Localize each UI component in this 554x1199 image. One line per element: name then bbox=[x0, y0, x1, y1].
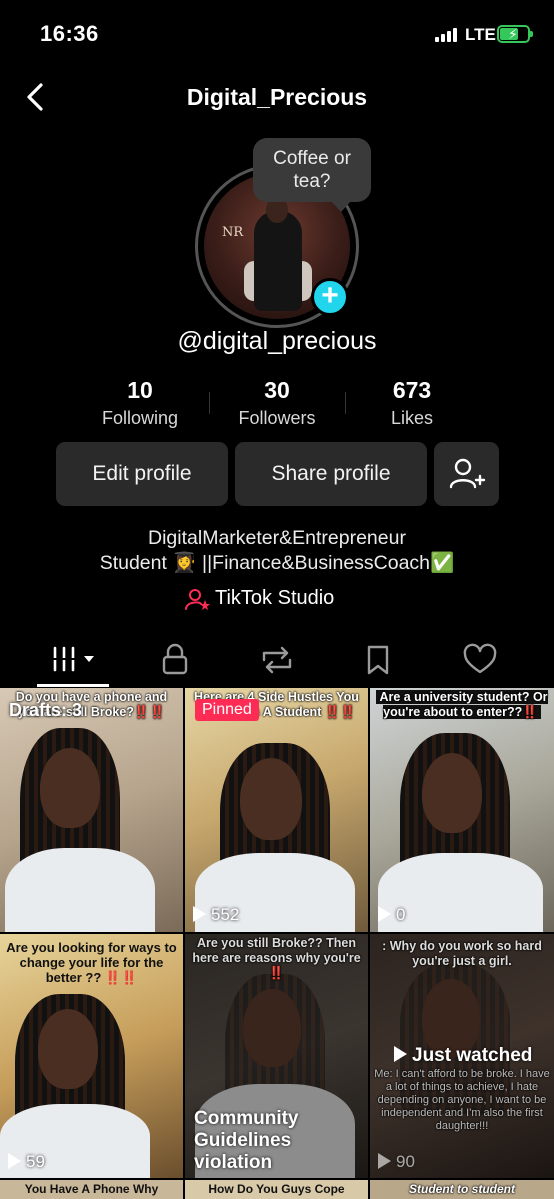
violation-label: Community Guidelines violation bbox=[194, 1108, 299, 1173]
page-title: Digital_Precious bbox=[186, 84, 368, 110]
tiktok-studio-link[interactable]: TikTok Studio bbox=[215, 587, 334, 610]
just-watched-label: Just watched bbox=[394, 1045, 532, 1067]
video-thumbnail[interactable]: : Why do you work so hard you're just a … bbox=[370, 934, 554, 1178]
stat-followers-label: Followers bbox=[238, 408, 316, 428]
drafts-label: Drafts: 3 bbox=[9, 700, 83, 720]
status-time: 16:36 bbox=[40, 21, 99, 46]
video-subcaption: Me: I can't afford to be broke. I have a… bbox=[374, 1068, 550, 1132]
play-icon bbox=[394, 1046, 407, 1062]
video-caption: You Have A Phone Why bbox=[24, 1182, 159, 1196]
bio-line: DigitalMarketer&Entrepreneur bbox=[148, 527, 406, 549]
video-thumbnail[interactable]: You Have A Phone Why bbox=[0, 1180, 183, 1199]
stat-followers[interactable]: 30 Followers bbox=[207, 377, 347, 429]
stat-likes-count: 673 bbox=[392, 377, 432, 403]
pinned-badge: Pinned bbox=[195, 699, 259, 721]
stat-following[interactable]: 10 Following bbox=[70, 377, 210, 429]
play-icon bbox=[8, 1153, 21, 1169]
bookmark-icon bbox=[367, 645, 389, 675]
studio-icon bbox=[185, 588, 211, 612]
video-caption: How Do You Guys Cope bbox=[208, 1182, 345, 1196]
active-tab-indicator bbox=[37, 684, 109, 687]
video-thumbnail[interactable]: Are a university student? Or you're abou… bbox=[370, 688, 554, 932]
add-story-plus-icon[interactable]: + bbox=[311, 278, 349, 316]
view-count: 90 bbox=[378, 1152, 415, 1172]
video-thumbnail[interactable]: How Do You Guys Cope bbox=[185, 1180, 368, 1199]
view-count: 0 bbox=[378, 905, 405, 925]
profile-username: @digital_precious bbox=[177, 327, 377, 355]
video-thumbnail[interactable]: Do you have a phone and you are still Br… bbox=[0, 688, 183, 932]
grid-icon bbox=[50, 646, 94, 672]
add-friend-button[interactable] bbox=[434, 442, 499, 506]
video-caption: : Why do you work so hard you're just a … bbox=[382, 939, 542, 968]
stat-likes[interactable]: 673 Likes bbox=[342, 377, 482, 429]
share-profile-button[interactable]: Share profile bbox=[235, 442, 427, 506]
bio-line: Student 👩‍🎓 ||Finance&BusinessCoach✅ bbox=[99, 552, 455, 574]
video-caption: Are you still Broke?? Then here are reas… bbox=[192, 936, 361, 980]
videos-tab[interactable] bbox=[45, 640, 105, 680]
video-thumbnail[interactable]: Here are 4 Side Hustles You Can Do As A … bbox=[185, 688, 368, 932]
stat-likes-label: Likes bbox=[390, 408, 434, 428]
video-thumbnail[interactable]: Are you still Broke?? Then here are reas… bbox=[185, 934, 368, 1178]
stat-followers-count: 30 bbox=[264, 377, 290, 403]
avatar-logo: NR bbox=[222, 225, 244, 240]
video-caption: Student to student bbox=[409, 1182, 515, 1196]
video-thumbnail[interactable]: Student to student bbox=[370, 1180, 554, 1199]
play-icon bbox=[193, 906, 206, 922]
favorites-tab[interactable] bbox=[348, 640, 408, 680]
video-caption: Are a university student? Or you're abou… bbox=[374, 690, 550, 720]
private-tab[interactable] bbox=[145, 640, 205, 680]
heart-icon bbox=[463, 643, 497, 674]
repost-icon bbox=[262, 646, 292, 674]
video-thumbnail[interactable]: Are you looking for ways to change your … bbox=[0, 934, 183, 1178]
view-count: 552 bbox=[193, 905, 239, 925]
network-label: LTE bbox=[465, 25, 496, 44]
play-icon bbox=[378, 906, 391, 922]
stat-following-label: Following bbox=[101, 408, 179, 428]
battery-icon: ⚡ bbox=[497, 25, 533, 43]
video-caption: Are you looking for ways to change your … bbox=[6, 940, 177, 985]
liked-tab[interactable] bbox=[450, 640, 510, 680]
edit-profile-button[interactable]: Edit profile bbox=[56, 442, 228, 506]
lock-icon bbox=[162, 643, 188, 675]
play-icon bbox=[378, 1153, 391, 1169]
note-bubble[interactable]: Coffee or tea? bbox=[253, 138, 371, 212]
view-count: 59 bbox=[8, 1152, 45, 1172]
reposts-tab[interactable] bbox=[247, 640, 307, 680]
status-bar: 16:36 LTE ⚡ bbox=[0, 0, 554, 64]
add-user-icon bbox=[449, 458, 486, 489]
signal-icon bbox=[435, 28, 459, 42]
stat-following-count: 10 bbox=[127, 377, 153, 403]
